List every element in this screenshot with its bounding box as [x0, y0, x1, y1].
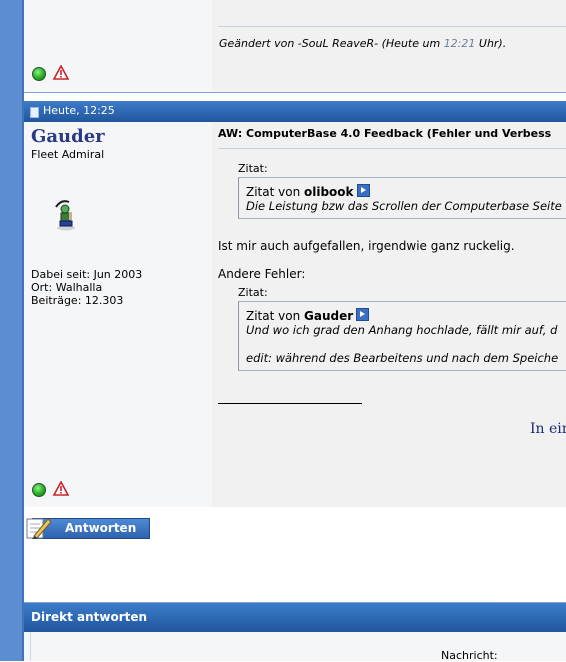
- post-title: AW: ComputerBase 4.0 Feedback (Fehler un…: [218, 127, 552, 140]
- quote-attribution: Zitat von Gauder: [246, 308, 370, 323]
- post-paragraph: Andere Fehler:: [218, 267, 306, 281]
- report-post-icon[interactable]: [53, 65, 69, 80]
- user-location: Ort: Walhalla: [31, 281, 103, 294]
- user-title: Fleet Admiral: [31, 148, 105, 161]
- reply-button[interactable]: Antworten: [24, 516, 150, 539]
- quote-author: Gauder: [304, 309, 354, 323]
- post-divider: [24, 92, 566, 101]
- user-joined: Dabei seit: Jun 2003: [31, 268, 143, 281]
- title-separator: [218, 148, 566, 149]
- thread-page: Geändert von -SouL ReaveR- (Heute um 12:…: [24, 0, 566, 662]
- quote-link-arrow-icon[interactable]: [356, 308, 370, 321]
- report-post-icon[interactable]: [53, 481, 69, 496]
- edit-note: Geändert von -SouL ReaveR- (Heute um 12:…: [219, 37, 506, 50]
- quote-text: Die Leistung bzw das Scrollen der Comput…: [246, 199, 562, 213]
- quote-prefix: Zitat von: [246, 309, 304, 323]
- post-body: Gauder Fleet Admiral Dabei seit: Jun 200…: [24, 122, 566, 507]
- edit-note-suffix: Uhr).: [475, 37, 507, 50]
- user-post-count: Beiträge: 12.303: [31, 294, 124, 307]
- status-online-icon: [32, 67, 46, 81]
- previous-post: Geändert von -SouL ReaveR- (Heute um 12:…: [24, 0, 566, 92]
- quote-attribution: Zitat von olibook: [246, 184, 370, 199]
- user-sidebar: Gauder Fleet Admiral Dabei seit: Jun 200…: [24, 122, 212, 507]
- signature-separator: [218, 26, 566, 27]
- quote-prefix: Zitat von: [246, 185, 304, 199]
- direct-reply-panel: Direkt antworten Nachricht:: [24, 602, 566, 662]
- post-date: Heute, 12:25: [43, 104, 115, 117]
- direct-reply-header: Direkt antworten: [24, 602, 566, 632]
- previous-post-content: Geändert von -SouL ReaveR- (Heute um 12:…: [212, 0, 566, 92]
- quote-box: Zitat von Gauder Und wo ich grad den Anh…: [238, 301, 566, 371]
- quote-label: Zitat:: [238, 286, 268, 299]
- post-paragraph: Ist mir auch aufgefallen, irgendwie ganz…: [218, 239, 515, 253]
- edit-note-prefix: Geändert von -SouL ReaveR- (Heute um: [219, 37, 444, 50]
- quote-link-arrow-icon[interactable]: [356, 184, 370, 197]
- previous-post-sidebar: [24, 0, 212, 92]
- message-label: Nachricht:: [441, 649, 498, 662]
- left-edge-strip: [0, 0, 24, 661]
- direct-reply-title: Direkt antworten: [31, 610, 148, 624]
- signature-separator: [218, 403, 362, 404]
- post-content: AW: ComputerBase 4.0 Feedback (Fehler un…: [212, 122, 566, 507]
- quote-text: Und wo ich grad den Anhang hochlade, fäl…: [246, 323, 558, 337]
- document-icon: [30, 107, 39, 118]
- quote-box: Zitat von olibook Die Leistung bzw das S…: [238, 177, 566, 219]
- edit-note-time: 12:21: [443, 37, 476, 50]
- pencil-icon: [26, 518, 52, 539]
- status-online-icon: [32, 483, 46, 497]
- quote-author: olibook: [304, 185, 354, 199]
- user-avatar[interactable]: [52, 197, 80, 231]
- post-header: Heute, 12:25: [24, 101, 566, 122]
- signature-text: In ein: [530, 421, 566, 437]
- quote-label: Zitat:: [238, 162, 268, 175]
- direct-reply-body: Nachricht:: [30, 632, 566, 662]
- quote-text: edit: während des Bearbeitens und nach d…: [246, 351, 559, 365]
- username-link[interactable]: Gauder: [31, 126, 105, 147]
